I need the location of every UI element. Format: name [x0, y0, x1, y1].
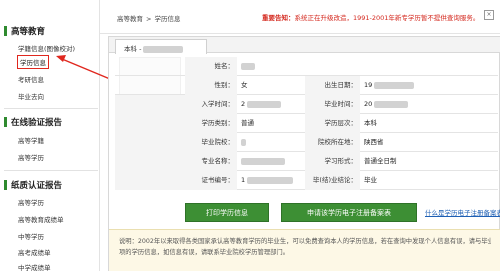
- field-label: 毕业院校：: [115, 133, 237, 152]
- field-label: 毕(结)业结论：: [305, 171, 360, 190]
- section-online-report[interactable]: 在线验证报告: [4, 115, 62, 129]
- row-gender-birth: 性别： 女 出生日期： 19: [115, 76, 498, 95]
- notice-text: 系统正在升级改造，1991-2001年新专学历暂不提供查询服务。: [294, 14, 480, 22]
- section-title: 高等教育: [11, 27, 46, 37]
- row-major: 专业名称： 学习形式： 普通全日制: [115, 152, 498, 171]
- close-icon[interactable]: ×: [484, 10, 494, 20]
- field-value-conclusion: 毕业: [364, 176, 377, 184]
- field-value-study-form: 普通全日制: [364, 157, 397, 165]
- field-value-enroll: 2: [237, 95, 305, 114]
- divider: [4, 108, 98, 109]
- sidebar-item-gaokao-transcript[interactable]: 高考成绩单: [18, 247, 51, 257]
- top-bar: 高等教育 > 学历信息 重要告知：系统正在升级改造，1991-2001年新专学历暂不…: [100, 0, 500, 34]
- field-value-certificate: 1: [237, 171, 305, 190]
- row-type-level: 学历类别： 普通 学历层次： 本科: [115, 114, 498, 133]
- field-label: 入学时间：: [115, 95, 237, 114]
- tab-label: 本科 -: [124, 45, 144, 53]
- field-label: 毕业时间：: [305, 95, 360, 114]
- help-link[interactable]: 什么是学历电子注册备案表: [425, 207, 500, 217]
- field-value-level: 本科: [364, 119, 377, 127]
- section-title: 纸质认证报告: [11, 181, 63, 191]
- field-label: 证书编号：: [115, 171, 237, 190]
- section-bar: [4, 180, 7, 190]
- print-degree-button[interactable]: 打印学历信息: [185, 203, 269, 222]
- field-value-graduate: 20: [360, 95, 490, 114]
- field-label: 院校所在地：: [305, 133, 360, 152]
- field-label: 专业名称：: [115, 152, 237, 171]
- field-value-major: [237, 152, 305, 171]
- section-title: 在线验证报告: [11, 118, 63, 128]
- degree-info-panel: 本科 - 姓名： 性别： 女 出生日期： 19 入学时间： 2 毕业时间： 20…: [108, 36, 500, 271]
- field-value-type: 普通: [241, 119, 254, 127]
- field-value-name: [237, 57, 487, 76]
- section-bar: [4, 117, 7, 127]
- sidebar-item-postgrad-exam[interactable]: 考研信息: [18, 74, 44, 84]
- note-line: 说明：2002年以来取得各类国家承认高等教育学历的毕业生，可以免费查询本人的学历…: [119, 238, 491, 245]
- sidebar: 高等教育 学籍信息(图像校对) 学历信息 考研信息 毕业去向 在线验证报告 高等…: [0, 0, 100, 271]
- sidebar-item-degree-info[interactable]: 学历信息: [17, 55, 49, 69]
- system-notice: 重要告知：系统正在升级改造，1991-2001年新专学历暂不提供查询服务。: [262, 12, 479, 22]
- field-label: 出生日期：: [305, 76, 360, 95]
- explanation-note: 说明：2002年以来取得各类国家承认高等教育学历的毕业生，可以免费查询本人的学历…: [109, 229, 500, 271]
- field-value-location: 陕西省: [364, 138, 384, 146]
- sidebar-item-paper-degree[interactable]: 高等学历: [18, 197, 44, 207]
- divider: [4, 170, 98, 171]
- tab-bachelor[interactable]: 本科 -: [115, 39, 207, 54]
- breadcrumb: 高等教育 > 学历信息: [117, 13, 180, 23]
- row-school: 毕业院校： 院校所在地： 陕西省: [115, 133, 498, 152]
- sidebar-item-online-enrollment[interactable]: 高等学籍: [18, 135, 44, 145]
- note-line: 项的学历信息，如信息有误，请联系毕业院校学历管理部门。: [119, 249, 290, 256]
- section-paper-report[interactable]: 纸质认证报告: [4, 178, 62, 192]
- sidebar-item-paper-transcript[interactable]: 高等教育成绩单: [18, 214, 64, 224]
- field-label: 姓名：: [185, 57, 237, 76]
- notice-label: 重要告知：: [262, 14, 295, 22]
- field-label: 学习形式：: [305, 152, 360, 171]
- breadcrumb-item[interactable]: 高等教育: [117, 15, 143, 23]
- section-higher-education[interactable]: 高等教育: [4, 24, 45, 38]
- sidebar-item-secondary-degree[interactable]: 中等学历: [18, 231, 44, 241]
- field-label: 学历类别：: [115, 114, 237, 133]
- row-dates: 入学时间： 2 毕业时间： 20: [115, 95, 498, 114]
- apply-registration-form-button[interactable]: 申请该学历电子注册备案表: [281, 203, 417, 222]
- redacted-value: [143, 45, 184, 53]
- breadcrumb-item: 学历信息: [154, 15, 181, 23]
- row-certificate: 证书编号： 1 毕(结)业结论： 毕业: [115, 171, 498, 190]
- tab-bar: 本科 -: [109, 37, 500, 54]
- section-bar: [4, 26, 7, 36]
- field-label: 性别：: [185, 76, 237, 95]
- annotation-arrow: [56, 55, 111, 80]
- sidebar-item-highschool-transcript[interactable]: 中学成绩单: [18, 262, 51, 271]
- row-name: 姓名：: [115, 57, 498, 76]
- breadcrumb-separator: >: [146, 15, 152, 23]
- sidebar-item-online-degree[interactable]: 高等学历: [18, 152, 44, 162]
- sidebar-item-graduate-destination[interactable]: 毕业去向: [18, 91, 44, 101]
- field-value-school: [237, 133, 305, 152]
- field-value-birth: 19: [360, 76, 490, 95]
- field-label: 学历层次：: [305, 114, 360, 133]
